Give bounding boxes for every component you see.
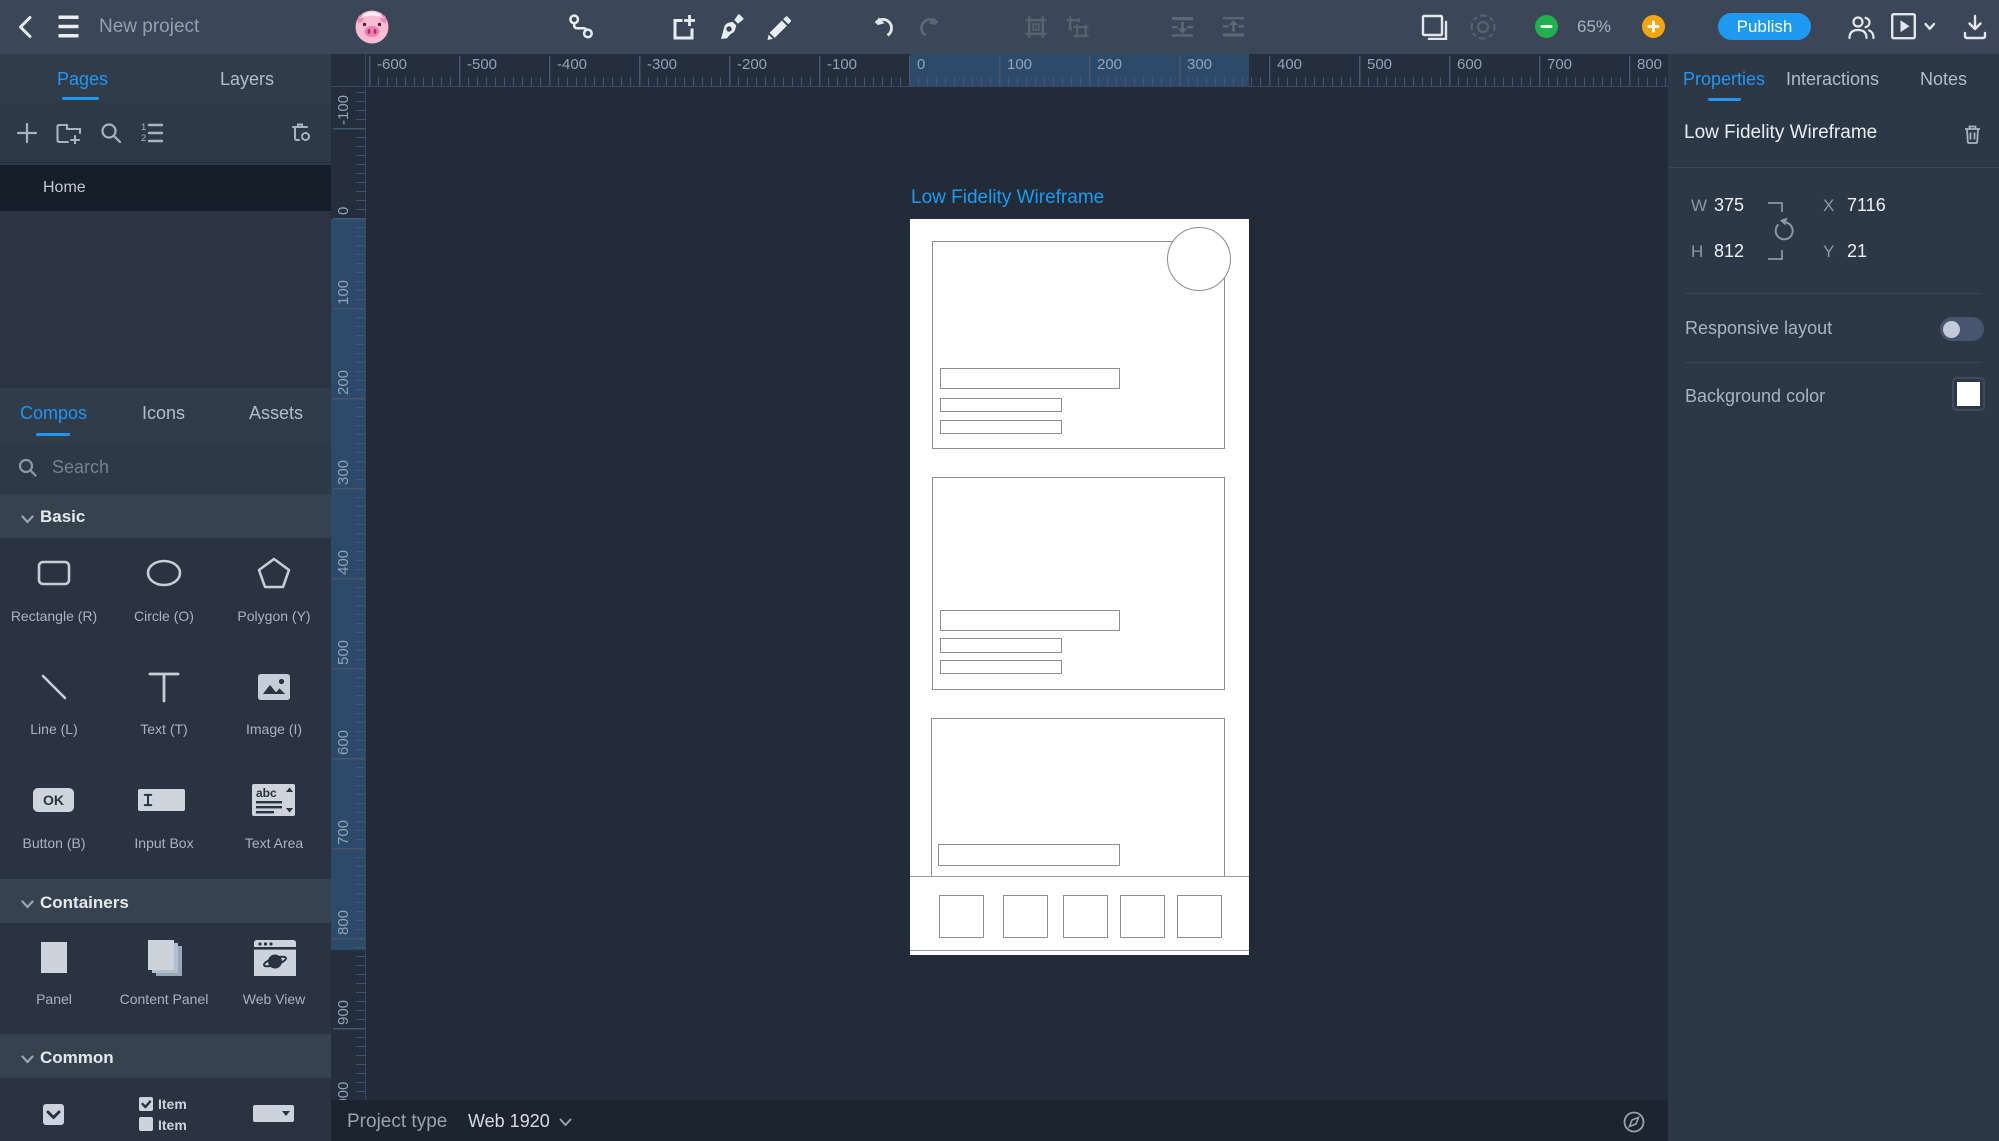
svg-text:abc: abc (256, 786, 277, 800)
svg-text:Item: Item (158, 1117, 187, 1133)
svg-text:2: 2 (141, 133, 146, 144)
svg-text:Item: Item (158, 1097, 187, 1112)
svg-text:1: 1 (141, 122, 146, 133)
